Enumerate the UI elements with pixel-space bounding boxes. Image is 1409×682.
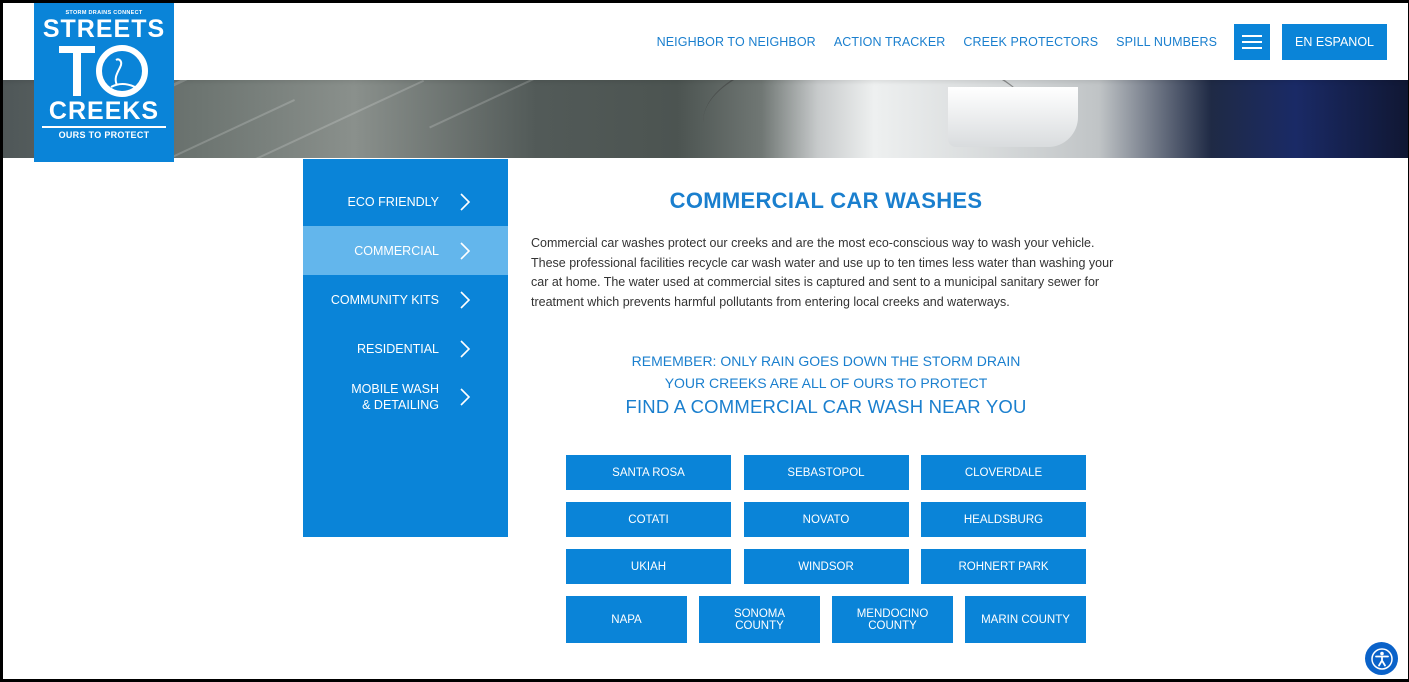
sidebar-item-label: COMMERCIAL	[354, 243, 439, 258]
logo-streets: STREETS	[42, 15, 166, 43]
city-button-windsor[interactable]: WINDSOR	[743, 549, 909, 584]
accessibility-icon[interactable]	[1365, 642, 1398, 675]
city-button-santa-rosa[interactable]: SANTA ROSA	[566, 455, 731, 490]
city-button-cloverdale[interactable]: CLOVERDALE	[921, 455, 1086, 490]
sidebar-item-residential[interactable]: RESIDENTIAL	[303, 324, 508, 373]
nav-creek-protectors[interactable]: CREEK PROTECTORS	[963, 35, 1098, 49]
sidebar-item-label: RESIDENTIAL	[357, 341, 439, 356]
city-button-rohnert-park[interactable]: ROHNERT PARK	[921, 549, 1086, 584]
city-button-ukiah[interactable]: UKIAH	[566, 549, 731, 584]
hamburger-menu-icon[interactable]	[1234, 23, 1271, 60]
city-button-healdsburg[interactable]: HEALDSBURG	[921, 502, 1086, 537]
city-button-mendocino-county[interactable]: MENDOCINO COUNTY	[832, 596, 953, 643]
sidebar-item-label: MOBILE WASH & DETAILING	[351, 382, 439, 412]
city-row: UKIAH WINDSOR ROHNERT PARK	[566, 549, 1086, 584]
nav-neighbor-to-neighbor[interactable]: NEIGHBOR TO NEIGHBOR	[657, 35, 816, 49]
city-button-napa[interactable]: NAPA	[566, 596, 687, 643]
chevron-right-icon	[460, 192, 471, 211]
city-row: COTATI NOVATO HEALDSBURG	[566, 502, 1086, 537]
reminder-text: REMEMBER: ONLY RAIN GOES DOWN THE STORM …	[531, 350, 1121, 394]
sidebar-item-label: ECO FRIENDLY	[347, 194, 439, 209]
city-button-cotati[interactable]: COTATI	[566, 502, 731, 537]
city-button-marin-county[interactable]: MARIN COUNTY	[965, 596, 1086, 643]
site-header: NEIGHBOR TO NEIGHBOR ACTION TRACKER CREE…	[3, 3, 1408, 80]
sidebar-item-eco-friendly[interactable]: ECO FRIENDLY	[303, 177, 508, 226]
sidebar-item-commercial[interactable]: COMMERCIAL	[303, 226, 508, 275]
espanol-button[interactable]: EN ESPANOL	[1282, 23, 1387, 60]
chevron-right-icon	[460, 241, 471, 260]
chevron-right-icon	[460, 388, 471, 406]
city-button-novato[interactable]: NOVATO	[743, 502, 909, 537]
hero-banner-image	[3, 77, 1408, 158]
city-button-sebastopol[interactable]: SEBASTOPOL	[743, 455, 909, 490]
logo-subtitle: OURS TO PROTECT	[42, 126, 166, 140]
city-button-grid: SANTA ROSA SEBASTOPOL CLOVERDALE COTATI …	[566, 455, 1086, 655]
page-title: COMMERCIAL CAR WASHES	[669, 188, 983, 213]
logo-creeks: CREEKS	[48, 97, 160, 125]
nav-action-tracker[interactable]: ACTION TRACKER	[834, 35, 946, 49]
reminder-line-2: YOUR CREEKS ARE ALL OF OURS TO PROTECT	[664, 375, 988, 391]
page: NEIGHBOR TO NEIGHBOR ACTION TRACKER CREE…	[3, 3, 1408, 679]
site-logo[interactable]: STORM DRAINS CONNECT STREETS CREEKS OURS…	[34, 3, 174, 162]
reminder-line-1: REMEMBER: ONLY RAIN GOES DOWN THE STORM …	[631, 353, 1021, 369]
chevron-right-icon	[460, 339, 471, 358]
main-nav: NEIGHBOR TO NEIGHBOR ACTION TRACKER CREE…	[657, 3, 1408, 80]
logo-to-heron-icon	[49, 43, 159, 99]
city-row: NAPA SONOMA COUNTY MENDOCINO COUNTY MARI…	[566, 596, 1086, 643]
sidebar-item-community-kits[interactable]: COMMUNITY KITS	[303, 275, 508, 324]
sidebar-item-label: COMMUNITY KITS	[330, 292, 439, 307]
nav-spill-numbers[interactable]: SPILL NUMBERS	[1116, 35, 1217, 49]
sidebar-item-mobile-wash[interactable]: MOBILE WASH & DETAILING	[303, 373, 508, 421]
sidebar-nav: ECO FRIENDLY COMMERCIAL COMMUNITY KITS R…	[303, 159, 508, 537]
intro-paragraph: Commercial car washes protect our creeks…	[531, 236, 1114, 309]
city-button-sonoma-county[interactable]: SONOMA COUNTY	[699, 596, 820, 643]
chevron-right-icon	[460, 290, 471, 309]
find-heading: FIND A COMMERCIAL CAR WASH NEAR YOU	[625, 396, 1027, 417]
city-row: SANTA ROSA SEBASTOPOL CLOVERDALE	[566, 455, 1086, 490]
main-content: COMMERCIAL CAR WASHES Commercial car was…	[531, 159, 1121, 418]
